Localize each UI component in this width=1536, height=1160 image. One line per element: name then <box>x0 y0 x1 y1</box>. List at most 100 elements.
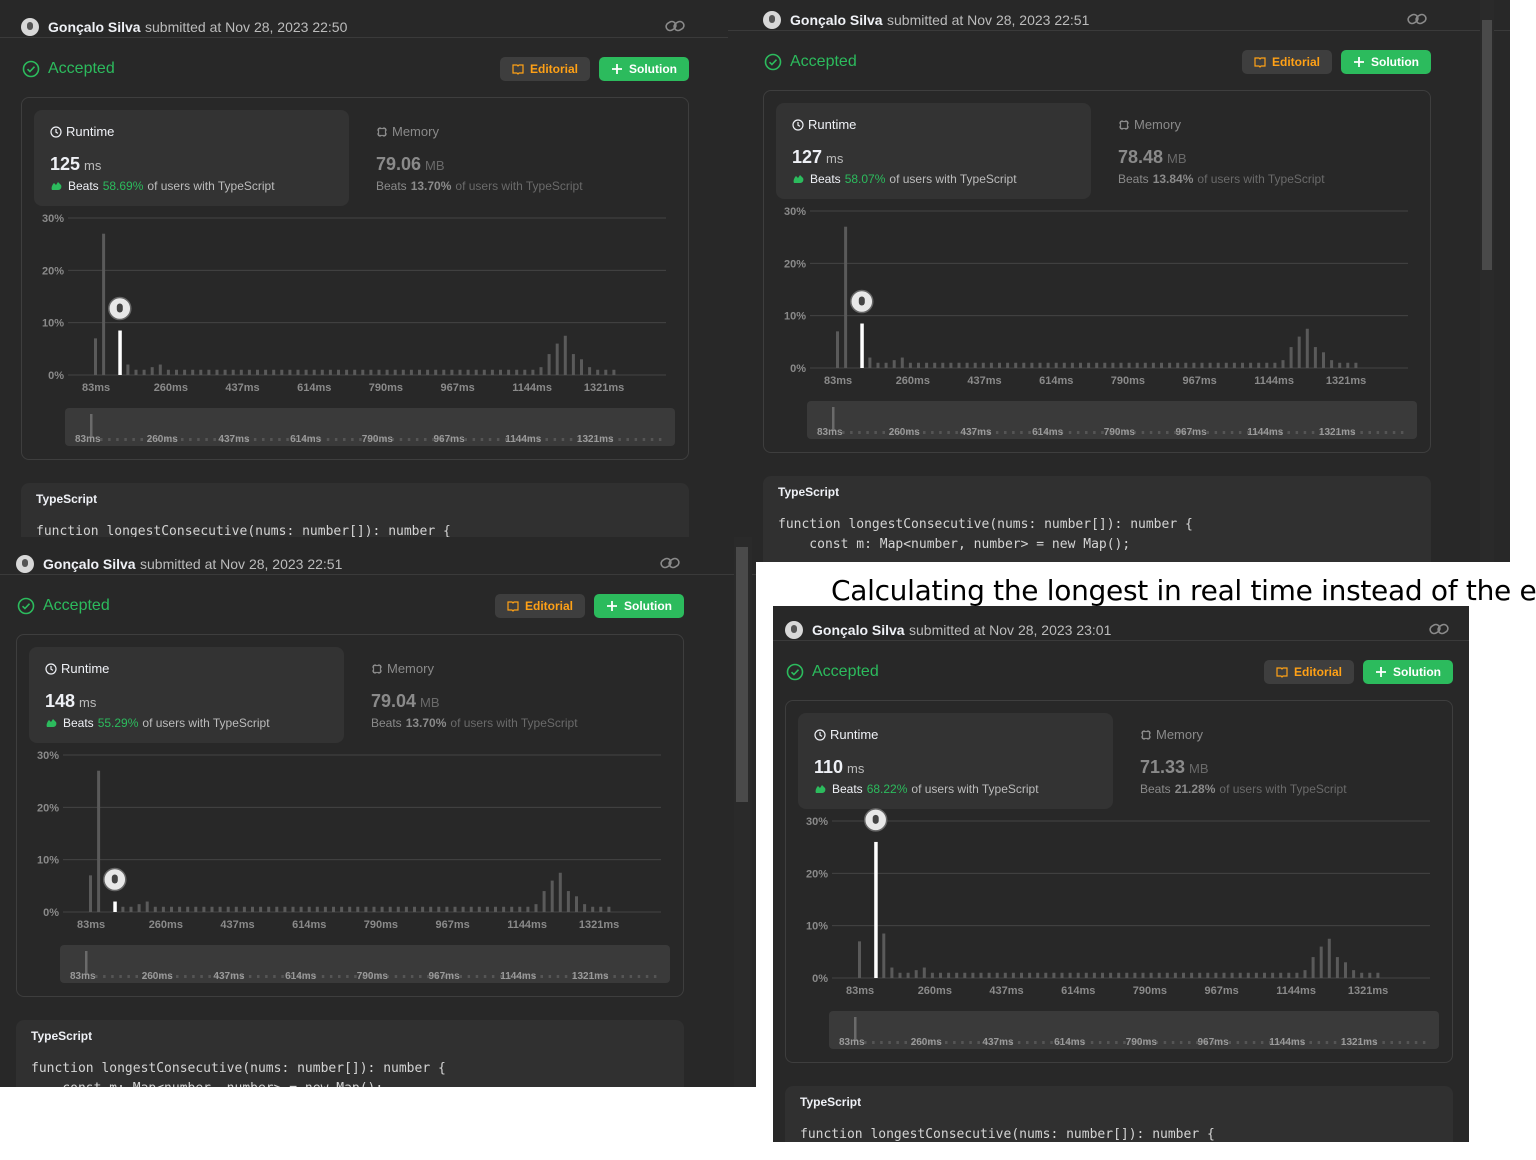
distribution-bar <box>482 369 486 375</box>
solution-label: Solution <box>629 62 677 76</box>
distribution-bar <box>963 972 967 978</box>
username[interactable]: Gonçalo Silva <box>43 556 136 572</box>
memory-title[interactable]: Memory <box>1118 117 1181 132</box>
code-line-1: function longestConsecutive(nums: number… <box>778 517 1193 532</box>
brush-tick-label: 790ms <box>357 971 389 982</box>
distribution-bar <box>485 906 489 912</box>
distribution-bar <box>247 369 251 375</box>
memory-label: Memory <box>392 124 439 139</box>
distribution-bar <box>1173 972 1177 978</box>
runtime-value: 127 ms <box>792 147 843 168</box>
beats-word: Beats <box>63 716 94 730</box>
brush-tick-label: 1144ms <box>500 971 537 982</box>
memory-title[interactable]: Memory <box>371 661 434 676</box>
brush-tick-label: 967ms <box>1176 427 1208 438</box>
distribution-bar <box>1360 972 1364 978</box>
editorial-button[interactable]: Editorial <box>495 594 585 618</box>
caption-text: Calculating the longest in real time ins… <box>831 574 1536 607</box>
memory-beats-percent: 21.28% <box>1174 782 1216 796</box>
x-tick-label: 1144ms <box>512 382 552 394</box>
distribution-bar <box>547 354 551 375</box>
distribution-bar <box>925 362 929 368</box>
distribution-bar <box>1311 957 1315 978</box>
distribution-bar <box>1068 972 1072 978</box>
brush-tick-label: 83ms <box>839 1037 865 1048</box>
submitted-at: submitted at Nov 28, 2023 23:01 <box>909 622 1112 638</box>
x-tick-label: 1144ms <box>507 919 547 931</box>
memory-title[interactable]: Memory <box>376 124 439 139</box>
distribution-bar <box>1079 362 1082 368</box>
solution-label: Solution <box>624 599 672 613</box>
avatar[interactable] <box>785 621 803 639</box>
memory-number: 79.06 <box>376 154 422 174</box>
username[interactable]: Gonçalo Silva <box>812 622 905 638</box>
editorial-button[interactable]: Editorial <box>1242 50 1332 74</box>
distribution-bar <box>153 906 157 912</box>
status-accepted: Accepted <box>43 597 110 614</box>
editorial-button[interactable]: Editorial <box>500 57 590 81</box>
distribution-bar <box>1101 972 1104 978</box>
x-tick-label: 260ms <box>149 919 183 931</box>
memory-title[interactable]: Memory <box>1140 727 1203 742</box>
editorial-button[interactable]: Editorial <box>1264 660 1354 684</box>
username[interactable]: Gonçalo Silva <box>48 19 141 35</box>
distribution-bar <box>150 367 154 375</box>
code-block: TypeScript function longestConsecutive(nu… <box>16 1020 684 1087</box>
clap-icon <box>793 175 804 183</box>
distribution-bar <box>332 906 335 912</box>
distribution-bar <box>987 972 991 978</box>
link-icon[interactable] <box>660 556 680 570</box>
link-icon[interactable] <box>1429 622 1449 636</box>
distribution-bar <box>210 906 214 912</box>
distribution-bar <box>1125 972 1129 978</box>
link-icon[interactable] <box>1407 12 1427 26</box>
y-tick-label: 0% <box>43 907 59 919</box>
scrollbar-thumb[interactable] <box>736 547 748 802</box>
x-tick-label: 437ms <box>220 919 254 931</box>
distribution-bar <box>194 906 198 912</box>
memory-beats: Beats 13.70% of users with TypeScript <box>371 716 578 730</box>
distribution-bar <box>1192 362 1196 368</box>
distribution-bar <box>858 941 861 978</box>
runtime-beats: Beats 68.22% of users with TypeScript <box>814 782 1039 796</box>
x-tick-label: 614ms <box>292 919 326 931</box>
distribution-bar <box>1338 362 1342 368</box>
brush-tick-label: 790ms <box>1126 1037 1158 1048</box>
avatar[interactable] <box>16 555 34 573</box>
brush-tick-label: 260ms <box>147 434 179 445</box>
runtime-number: 125 <box>50 154 81 174</box>
distribution-bar <box>429 906 433 912</box>
solution-button[interactable]: Solution <box>599 57 689 81</box>
distribution-bar <box>142 369 146 375</box>
distribution-bar <box>129 906 133 912</box>
distribution-bar <box>1060 972 1064 978</box>
solution-button[interactable]: Solution <box>594 594 684 618</box>
brush-tick-label: 83ms <box>75 434 101 445</box>
distribution-bar <box>1254 972 1258 978</box>
distribution-bar <box>930 972 934 978</box>
x-tick-label: 1321ms <box>584 382 624 394</box>
distribution-bar <box>1157 972 1161 978</box>
brush-tick-label: 260ms <box>142 971 174 982</box>
username[interactable]: Gonçalo Silva <box>790 12 883 28</box>
distribution-bar <box>947 972 951 978</box>
distribution-bar <box>97 770 101 912</box>
solution-button[interactable]: Solution <box>1363 660 1453 684</box>
x-tick-label: 1144ms <box>1254 375 1294 387</box>
runtime-distribution-chart: 30% 20% 10% 0% 83ms 260ms 437ms 614ms 790ms 967ms… <box>784 206 1417 439</box>
avatar[interactable] <box>763 11 781 29</box>
distribution-bar <box>1011 972 1015 978</box>
distribution-bar <box>973 362 977 368</box>
solution-button[interactable]: Solution <box>1341 50 1431 74</box>
y-tick-label: 30% <box>37 750 59 762</box>
distribution-bar <box>882 933 886 978</box>
runtime-value: 148 ms <box>45 691 96 712</box>
distribution-bar <box>1206 972 1210 978</box>
scrollbar-thumb[interactable] <box>1482 20 1492 270</box>
avatar[interactable] <box>21 18 39 36</box>
link-icon[interactable] <box>665 19 685 33</box>
distribution-bar <box>337 369 340 375</box>
code-line-1: function longestConsecutive(nums: number… <box>800 1127 1215 1142</box>
solution-label: Solution <box>1393 665 1441 679</box>
distribution-bar <box>345 369 349 375</box>
